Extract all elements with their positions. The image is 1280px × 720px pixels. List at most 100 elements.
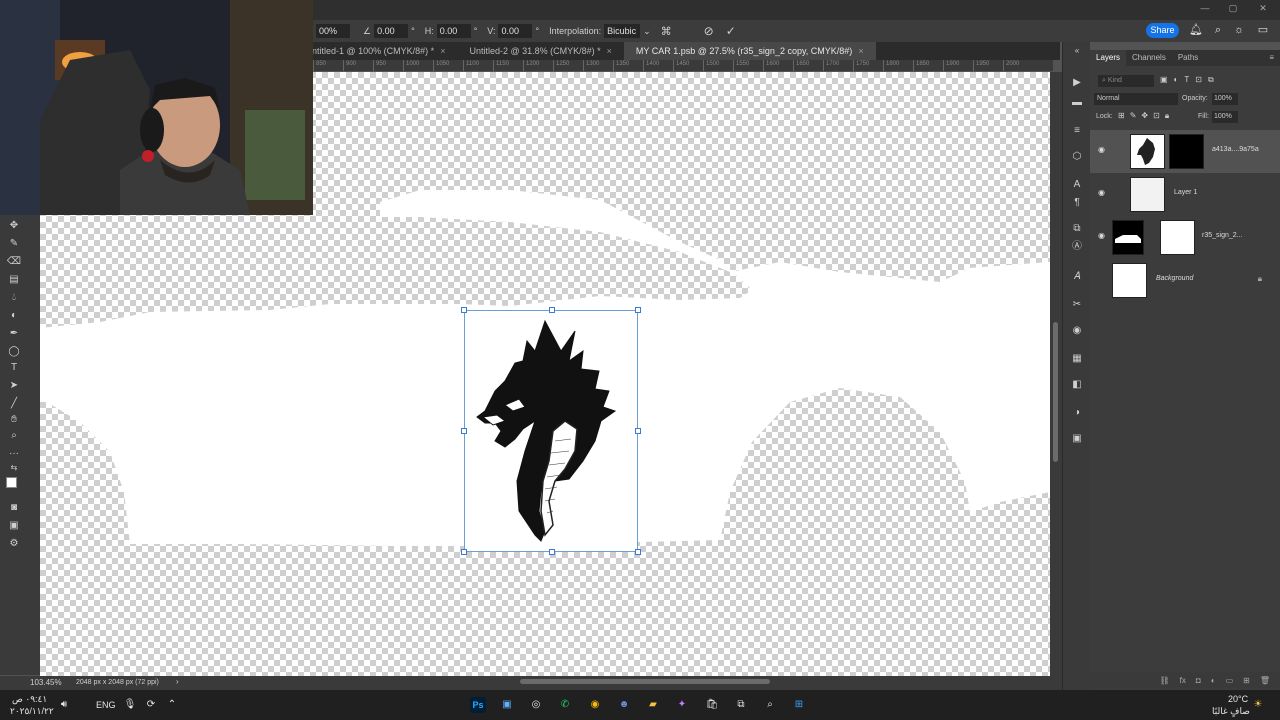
tab-channels[interactable]: Channels [1126,50,1172,66]
window-app-icon[interactable]: ▣ [499,697,515,713]
layer-name[interactable]: r35_sign_2... [1202,232,1242,239]
zoom-tool-icon[interactable]: ⌕ [6,429,22,443]
transform-bounding-box[interactable] [461,307,641,555]
transform-handle[interactable] [461,307,467,313]
task-view-icon[interactable]: ⧉ [733,697,749,713]
weather-description[interactable]: صافٍ غالبًا [1212,706,1250,717]
warp-icon[interactable]: ⌘ [661,25,672,38]
lock-icon[interactable]: 🔒︎ [1258,274,1262,284]
group-icon[interactable]: ▭ [1226,676,1234,685]
eye-icon[interactable]: ◉ [1098,188,1108,197]
chevron-down-icon[interactable]: ⌄ [643,26,651,37]
character-icon[interactable]: A [1070,178,1084,192]
transform-handle[interactable] [635,549,641,555]
sync-icon[interactable]: ⟳ [143,697,159,713]
bulb-icon[interactable]: ☼ [1232,23,1246,37]
layer-mask-thumbnail[interactable] [1169,134,1204,169]
brush-tool-icon[interactable]: ✎ [6,237,22,251]
type-style-icon[interactable]: 𝐴 [1070,270,1084,284]
new-layer-icon[interactable]: ⊞ [1243,676,1250,685]
blur-tool-icon[interactable]: 💧︎ [6,291,22,305]
swatches-icon[interactable]: ▦ [1070,352,1084,366]
swap-colors-icon[interactable]: ⇆ [6,461,22,475]
layer-search-input[interactable]: ⌕ Kind [1098,75,1154,87]
maximize-icon[interactable]: ▢ [1226,3,1240,15]
tab-layers[interactable]: Layers [1090,50,1127,66]
fill-field[interactable]: 100% [1212,111,1238,123]
minimize-icon[interactable]: — [1198,3,1212,15]
zoom-field[interactable]: 00% [316,24,350,38]
search-icon[interactable]: ⌕ [1211,23,1225,37]
interpolation-select[interactable]: Bicubic [604,24,641,38]
adjustments-icon[interactable]: ◑ [1070,406,1084,420]
transform-handle[interactable] [549,307,555,313]
move-tool-icon[interactable]: ✥ [6,219,22,233]
more-tools-icon[interactable]: ··· [6,447,22,461]
transform-handle[interactable] [549,549,555,555]
close-icon[interactable]: × [440,46,445,56]
hand-tool-icon[interactable]: ✋︎ [6,413,22,427]
tab-my-car[interactable]: MY CAR 1.psb @ 27.5% (r35_sign_2 copy, C… [623,42,876,60]
vertical-scrollbar[interactable] [1050,72,1062,676]
lasso-tool-icon[interactable]: ◯ [6,345,22,359]
whatsapp-icon[interactable]: ✆ [557,697,573,713]
angle-field[interactable]: 0.00 [374,24,409,38]
line-tool-icon[interactable]: ╱ [6,397,22,411]
speaker-icon[interactable]: 🔊︎ [56,697,72,713]
windows-start-icon[interactable]: ⊞ [791,697,807,713]
discord-icon[interactable]: ☻ [616,697,632,713]
quick-mask-icon[interactable]: ◙ [6,501,22,515]
language-indicator[interactable]: ENG [96,700,116,710]
transform-handle[interactable] [461,428,467,434]
adjust-icon[interactable]: ≡ [1070,124,1084,138]
chevron-right-icon[interactable]: › [176,677,179,686]
glyphs-icon[interactable]: Ⓐ [1070,240,1084,254]
layer-name[interactable]: Layer 1 [1174,189,1197,196]
transform-handle[interactable] [461,549,467,555]
foreground-color-swatch[interactable] [6,477,17,488]
search-icon[interactable]: ⌕ [762,697,778,713]
gradients-icon[interactable]: ◧ [1070,378,1084,392]
gradient-tool-icon[interactable]: ▤ [6,273,22,287]
close-icon[interactable]: × [607,46,612,56]
paragraph-icon[interactable]: ¶ [1070,196,1084,210]
share-button[interactable]: Share [1146,23,1179,38]
store-icon[interactable]: 🛍︎ [704,697,720,713]
horizontal-scroll-thumb[interactable] [520,679,770,684]
microphone-icon[interactable]: 🎙︎ [122,697,138,713]
weather-icon[interactable]: ☀ [1250,697,1266,713]
clone-source-icon[interactable]: ⧉ [1070,222,1084,236]
zoom-level[interactable]: 103.45% [30,678,62,687]
obs-icon[interactable]: ◎ [528,697,544,713]
fx-icon[interactable]: fx [1180,676,1186,685]
chevron-up-icon[interactable]: ⌃ [164,697,180,713]
transform-handle[interactable] [635,428,641,434]
v-skew-field[interactable]: 0.00 [498,24,533,38]
opacity-field[interactable]: 100% [1212,93,1238,105]
bell-icon[interactable]: 🔔︎ [1189,23,1203,37]
collapse-icon[interactable]: « [1070,44,1084,58]
libraries-icon[interactable]: ▣ [1070,432,1084,446]
close-icon[interactable]: ✕ [1256,3,1270,15]
3d-icon[interactable]: ⬡ [1070,150,1084,164]
cancel-transform-icon[interactable]: ⊘ [704,24,714,38]
eraser-tool-icon[interactable]: ⌫ [6,255,22,269]
screen-mode-icon[interactable]: ▣ [6,519,22,533]
temperature[interactable]: 20°C [1228,694,1248,704]
lock-icons[interactable]: ⊞✎✥⊡🔒︎ [1118,111,1174,121]
copilot-icon[interactable]: ✦ [674,697,690,713]
commit-transform-icon[interactable]: ✓ [726,24,736,38]
close-icon[interactable]: × [858,46,863,56]
tools-icon[interactable]: ✂ [1070,298,1084,312]
filter-icons[interactable]: ▣◐T⊡⧉ [1160,75,1220,85]
tab-untitled-2[interactable]: Untitled-2 @ 31.8% (CMYK/8#) * × [457,42,623,60]
layer-row[interactable]: ◉ Layer 1 [1090,173,1280,216]
workspace-icon[interactable]: ▭ [1256,23,1270,37]
edit-toolbar-icon[interactable]: ⚙ [6,537,22,551]
pen-tool-icon[interactable]: ✒ [6,327,22,341]
adjustment-layer-icon[interactable]: ◐ [1211,676,1216,685]
color-icon[interactable]: ◉ [1070,324,1084,338]
clock-time[interactable]: ٠٩:٤١ ص [12,694,47,705]
layer-row[interactable]: ◉ a413a....9a75a [1090,130,1280,173]
tab-paths[interactable]: Paths [1172,50,1204,66]
